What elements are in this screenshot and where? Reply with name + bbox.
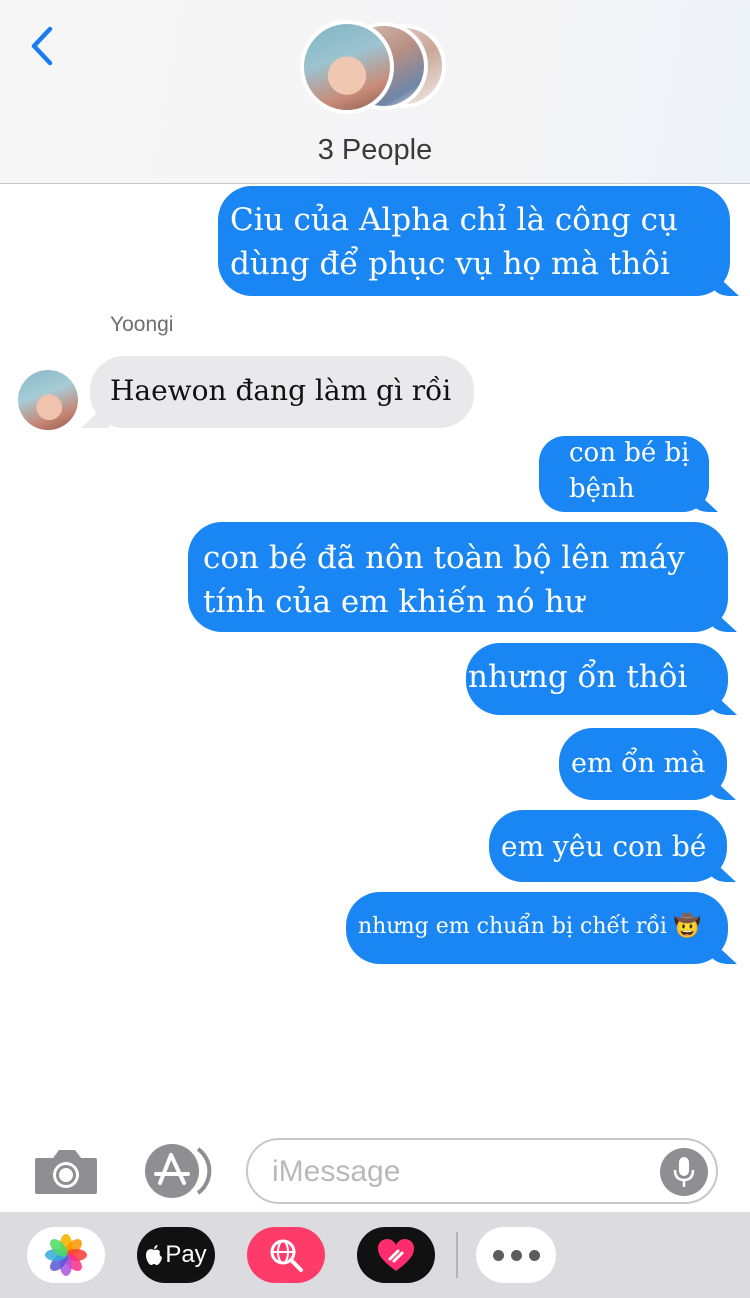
- camera-icon: [35, 1150, 97, 1194]
- more-icon: [492, 1249, 540, 1261]
- more-apps-button[interactable]: [476, 1227, 556, 1283]
- camera-button[interactable]: [33, 1146, 99, 1196]
- message-text: con bé bị: [569, 438, 690, 468]
- web-search-button[interactable]: [247, 1227, 325, 1283]
- message-text: em yêu con bé: [501, 830, 707, 863]
- message-text: con bé đã nôn toàn bộ lên máy: [203, 540, 685, 576]
- microphone-button[interactable]: [660, 1148, 708, 1196]
- group-name[interactable]: 3 People: [0, 134, 750, 167]
- message-text: dùng để phục vụ họ mà thôi: [230, 246, 670, 282]
- app-store-button[interactable]: [140, 1143, 212, 1199]
- message-bubble-outgoing[interactable]: em yêu con bé: [489, 810, 727, 882]
- back-button[interactable]: [22, 22, 62, 70]
- avatar: [300, 20, 394, 114]
- drawer-divider: [456, 1232, 458, 1278]
- message-text: Ciu của Alpha chỉ là công cụ: [230, 202, 678, 238]
- message-bubble-outgoing[interactable]: Ciu của Alpha chỉ là công cụ dùng để phụ…: [218, 186, 730, 296]
- group-avatars[interactable]: [300, 18, 450, 118]
- message-bubble-outgoing[interactable]: con bé đã nôn toàn bộ lên máy tính của e…: [188, 522, 728, 632]
- message-text: nhưng ổn thôi: [468, 659, 688, 695]
- message-bubble-outgoing[interactable]: con bé bị bệnh: [539, 436, 709, 512]
- message-text: nhưng em chuẩn bị chết rồi 🤠: [358, 914, 702, 939]
- digital-touch-icon: [378, 1239, 414, 1271]
- app-store-icon: [145, 1144, 212, 1198]
- message-input-container[interactable]: [246, 1138, 718, 1204]
- conversation-header: 3 People: [0, 0, 750, 184]
- sender-name: Yoongi: [110, 313, 174, 336]
- message-input[interactable]: [272, 1152, 652, 1192]
- message-text: bệnh: [569, 474, 635, 504]
- apple-pay-icon: [146, 1245, 163, 1265]
- microphone-icon: [673, 1157, 695, 1187]
- apple-pay-button[interactable]: Pay: [137, 1227, 215, 1283]
- app-drawer: Pay: [0, 1212, 750, 1298]
- chevron-left-icon: [31, 26, 53, 66]
- message-bubble-outgoing[interactable]: em ổn mà: [559, 728, 727, 800]
- message-bubble-outgoing[interactable]: nhưng ổn thôi: [466, 643, 728, 715]
- message-bubble-outgoing[interactable]: nhưng em chuẩn bị chết rồi 🤠: [346, 892, 728, 964]
- avatar[interactable]: [18, 370, 78, 430]
- web-search-icon: [270, 1239, 303, 1272]
- photos-icon: [45, 1234, 87, 1276]
- digital-touch-button[interactable]: [357, 1227, 435, 1283]
- message-text: em ổn mà: [571, 748, 706, 779]
- message-bubble-incoming[interactable]: Haewon đang làm gì rồi: [90, 356, 474, 428]
- message-text: Haewon đang làm gì rồi: [110, 374, 452, 407]
- message-text: tính của em khiến nó hư: [203, 584, 585, 620]
- photos-app-button[interactable]: [27, 1227, 105, 1283]
- apple-pay-label: Pay: [165, 1241, 207, 1268]
